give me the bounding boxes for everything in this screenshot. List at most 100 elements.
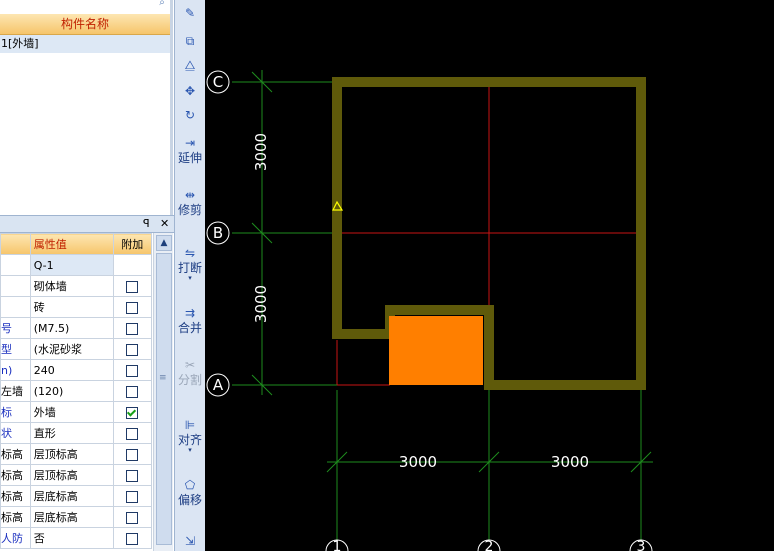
property-row[interactable]: 左墙 (120)	[0, 380, 153, 402]
brush-button[interactable]: ✎	[178, 6, 202, 21]
properties-titlebar: ꟼ ✕	[0, 215, 174, 233]
merge-icon: ⇉	[184, 306, 196, 320]
search-icon[interactable]: ⌕	[152, 0, 172, 8]
extend-button[interactable]: ⇥ 延伸	[178, 136, 202, 165]
property-name-header	[0, 233, 31, 255]
split-icon: ✂	[184, 358, 196, 372]
property-extra-header: 附加	[112, 233, 153, 255]
attach-checkbox[interactable]	[126, 301, 139, 314]
property-name: 标高	[0, 443, 31, 465]
offset-button[interactable]: ⬠ 偏移	[178, 478, 202, 507]
property-row[interactable]: 标高 层顶标高	[0, 443, 153, 465]
property-row[interactable]: 标高 层顶标高	[0, 464, 153, 486]
attach-checkbox[interactable]	[126, 364, 139, 377]
attach-checkbox[interactable]	[126, 280, 139, 293]
attach-checkbox-checked[interactable]	[126, 406, 139, 419]
attach-checkbox[interactable]	[126, 490, 139, 503]
dropdown-arrow-icon: ▾	[188, 446, 192, 454]
axis-label: C	[213, 73, 223, 91]
attach-checkbox[interactable]	[126, 385, 139, 398]
merge-button[interactable]: ⇉ 合并	[178, 306, 202, 335]
trim-button[interactable]: ⇹ 修剪	[178, 188, 202, 217]
property-row[interactable]: 标 外墙	[0, 401, 153, 423]
mirror-button[interactable]: ⧋	[178, 58, 202, 73]
property-value[interactable]: 层顶标高	[29, 464, 114, 486]
property-name	[0, 296, 31, 318]
attach-checkbox[interactable]	[126, 343, 139, 356]
selected-region[interactable]	[389, 316, 483, 385]
close-icon[interactable]: ✕	[160, 216, 169, 232]
property-value[interactable]: 外墙	[29, 401, 114, 423]
property-name	[0, 254, 31, 276]
property-value[interactable]: 否	[29, 527, 114, 549]
axis-label: 1	[333, 539, 342, 551]
attach-checkbox[interactable]	[126, 448, 139, 461]
dropdown-arrow-icon: ▾	[188, 274, 192, 282]
property-row[interactable]: 号 (M7.5)	[0, 317, 153, 339]
move-button[interactable]: ✥	[178, 84, 202, 99]
rotate-button[interactable]: ↻	[178, 108, 202, 123]
dimension-text-vertical: 3000	[252, 285, 270, 323]
property-value[interactable]: 砖	[29, 296, 114, 318]
more-tools-button[interactable]: ⇲	[178, 534, 202, 549]
edit-toolbar: ✎ ⧉ ⧋ ✥ ↻ ⇥ 延伸 ⇹ 修剪 ⇋ 打断 ▾ ⇉ 合并 ✂ 分割 ⊫ 对齐 ▾ ⬠ 偏移 …	[174, 0, 206, 551]
align-icon: ⊫	[184, 418, 196, 432]
left-panel: ⌕ 构件名称 1[外墙] ꟼ ✕ 属性值 附加 Q-1 砌体墙 砖 号 (M7.…	[0, 0, 174, 551]
property-value[interactable]: 层底标高	[29, 506, 114, 528]
pin-icon[interactable]: ꟼ	[143, 216, 150, 232]
property-table: 属性值 附加 Q-1 砌体墙 砖 号 (M7.5) 型 (水泥砂浆 n) 240…	[0, 233, 153, 549]
copy-button[interactable]: ⧉	[178, 34, 202, 49]
property-row[interactable]: 砌体墙	[0, 275, 153, 297]
mirror-icon: ⧋	[184, 58, 196, 72]
property-value[interactable]: (120)	[29, 380, 114, 402]
property-name: 标高	[0, 506, 31, 528]
break-button[interactable]: ⇋ 打断 ▾	[178, 246, 202, 282]
property-row[interactable]: 人防 否	[0, 527, 153, 549]
move-icon: ✥	[184, 84, 196, 98]
attach-checkbox[interactable]	[126, 511, 139, 524]
extend-icon: ⇥	[184, 136, 196, 150]
attach-checkbox[interactable]	[126, 469, 139, 482]
axis-bubble-b[interactable]: B	[206, 221, 230, 245]
property-row[interactable]: 标高 层底标高	[0, 485, 153, 507]
panel-splitter[interactable]	[170, 0, 173, 215]
property-value[interactable]: 层顶标高	[29, 443, 114, 465]
align-button[interactable]: ⊫ 对齐 ▾	[178, 418, 202, 454]
vertical-scrollbar[interactable]: ▲ ≡	[153, 233, 173, 551]
property-row[interactable]: 砖	[0, 296, 153, 318]
property-row[interactable]: Q-1	[0, 254, 153, 276]
axis-bubble-a[interactable]: A	[206, 373, 230, 397]
property-value[interactable]: (M7.5)	[29, 317, 114, 339]
trim-icon: ⇹	[184, 188, 196, 202]
axis-bubble-c[interactable]: C	[206, 70, 230, 94]
property-table-header: 属性值 附加	[0, 233, 153, 255]
property-row[interactable]: 型 (水泥砂浆	[0, 338, 153, 360]
property-extra	[112, 254, 153, 276]
property-name: 标	[0, 401, 31, 423]
property-name: 标高	[0, 485, 31, 507]
property-value[interactable]: 砌体墙	[29, 275, 114, 297]
split-button[interactable]: ✂ 分割	[178, 358, 202, 387]
scroll-grip-icon: ≡	[159, 373, 167, 383]
axis-label: B	[213, 224, 223, 242]
drawing-canvas[interactable]: C B A 1 2 3 3000 3000 3000 3000	[205, 0, 774, 551]
break-icon: ⇋	[184, 246, 196, 260]
property-value[interactable]: Q-1	[29, 254, 114, 276]
more-icon: ⇲	[184, 534, 196, 548]
scroll-up-arrow[interactable]: ▲	[156, 235, 172, 251]
property-row[interactable]: n) 240	[0, 359, 153, 381]
property-row[interactable]: 标高 层底标高	[0, 506, 153, 528]
property-value[interactable]: 240	[29, 359, 114, 381]
axis-label: A	[213, 376, 224, 394]
property-value[interactable]: 层底标高	[29, 485, 114, 507]
copy-icon: ⧉	[185, 34, 195, 48]
property-name: 型	[0, 338, 31, 360]
property-value[interactable]: (水泥砂浆	[29, 338, 114, 360]
attach-checkbox[interactable]	[126, 427, 139, 440]
attach-checkbox[interactable]	[126, 532, 139, 545]
property-value[interactable]: 直形	[29, 422, 114, 444]
attach-checkbox[interactable]	[126, 322, 139, 335]
property-row[interactable]: 状 直形	[0, 422, 153, 444]
scroll-thumb[interactable]	[156, 253, 172, 545]
component-list-item[interactable]: 1[外墙]	[0, 35, 171, 53]
